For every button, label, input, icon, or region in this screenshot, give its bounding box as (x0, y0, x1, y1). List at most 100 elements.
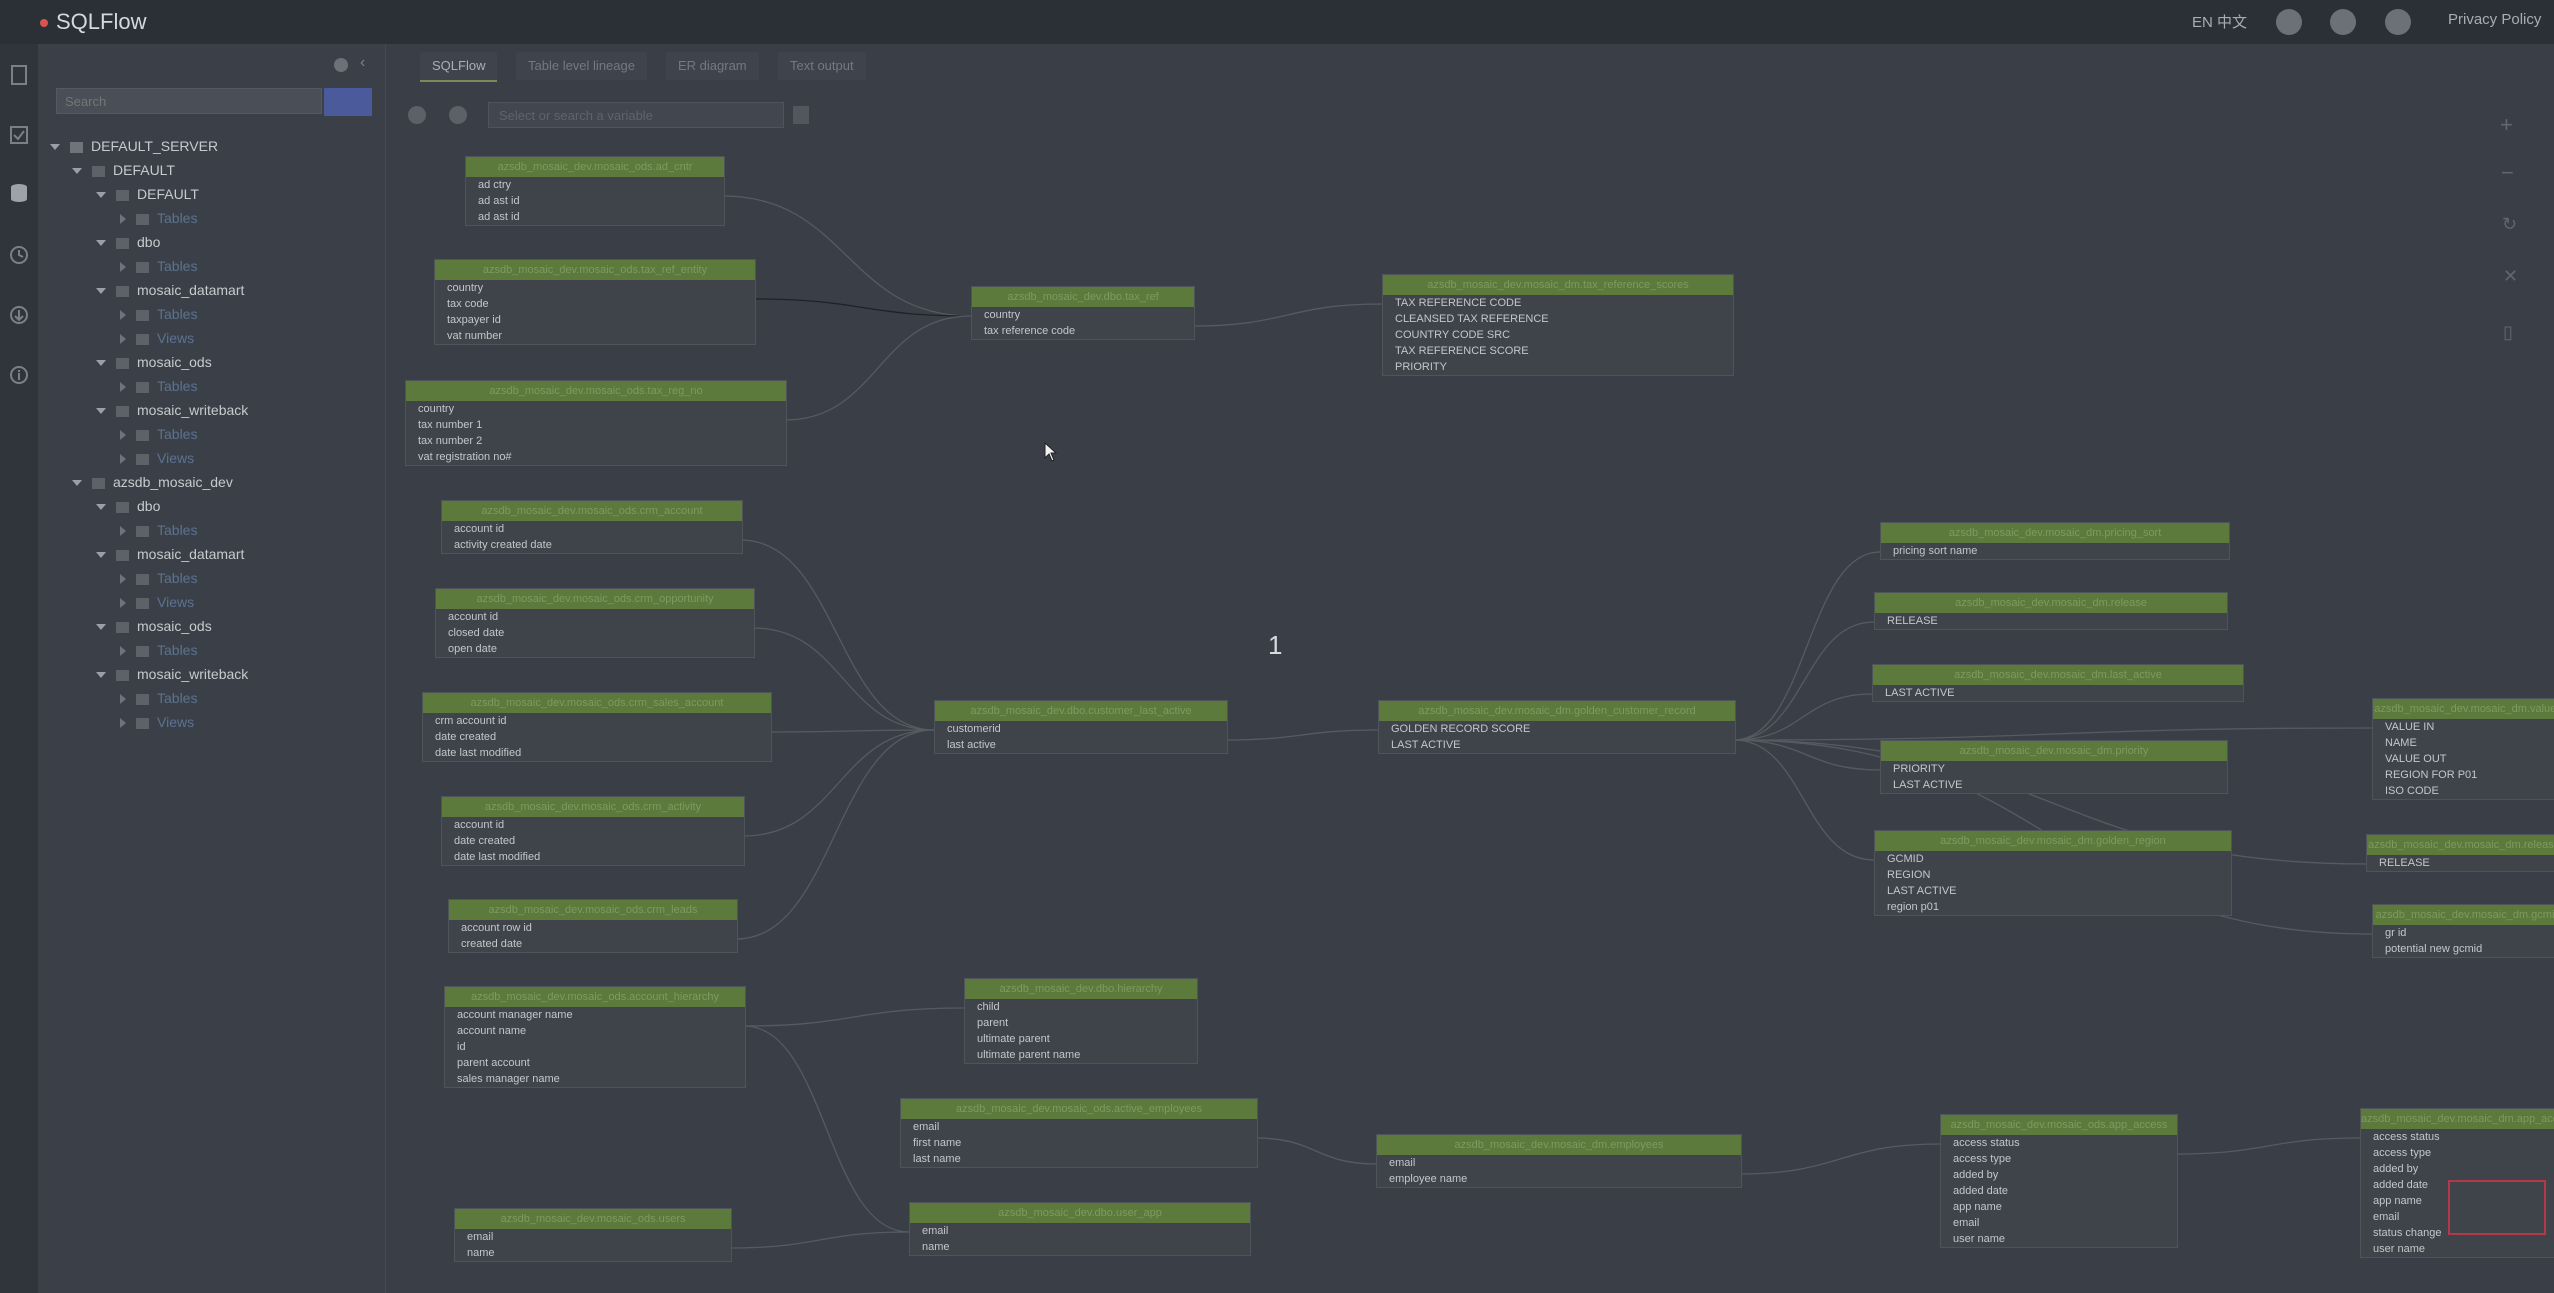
table-node[interactable]: azsdb_mosaic_dev.mosaic_dm.tax_reference… (1382, 274, 1734, 376)
close-icon[interactable]: ✕ (2503, 266, 2518, 287)
table-column[interactable]: crm account id (423, 713, 771, 729)
table-column[interactable]: email (910, 1223, 1250, 1239)
table-node[interactable]: azsdb_mosaic_dev.mosaic_ods.crm_activity… (441, 796, 745, 866)
table-column[interactable]: email (1377, 1155, 1741, 1171)
table-column[interactable]: potential new gcmid (2373, 941, 2554, 957)
table-node[interactable]: azsdb_mosaic_dev.mosaic_dm.pricing_sort p… (1880, 522, 2230, 560)
table-column[interactable]: added date (1941, 1183, 2177, 1199)
table-column[interactable]: added by (2361, 1161, 2554, 1177)
tree-node[interactable]: Tables (120, 258, 197, 274)
table-column[interactable]: added by (1941, 1167, 2177, 1183)
table-column[interactable]: account manager name (445, 1007, 745, 1023)
tree-node[interactable]: mosaic_datamart (96, 546, 244, 562)
tree-node[interactable]: Tables (120, 690, 197, 706)
table-column[interactable]: email (901, 1119, 1257, 1135)
table-node-title[interactable]: azsdb_mosaic_dev.mosaic_ods.app_access (1941, 1115, 2177, 1135)
table-node-title[interactable]: azsdb_mosaic_dev.mosaic_dm.last_active (1873, 665, 2243, 685)
table-column[interactable]: ultimate parent name (965, 1047, 1197, 1063)
tree-node[interactable]: dbo (96, 234, 160, 250)
table-node-title[interactable]: azsdb_mosaic_dev.mosaic_ods.tax_ref_enti… (435, 260, 755, 280)
table-column[interactable]: user name (1941, 1231, 2177, 1247)
table-column[interactable]: vat number (435, 328, 755, 344)
table-column[interactable]: ad ast id (466, 209, 724, 225)
tree-node[interactable]: DEFAULT (72, 162, 175, 178)
table-node-title[interactable]: azsdb_mosaic_dev.mosaic_dm.release (1875, 593, 2227, 613)
table-column[interactable]: tax code (435, 296, 755, 312)
table-node[interactable]: azsdb_mosaic_dev.dbo.hierarchy child paren… (964, 978, 1198, 1064)
tab[interactable]: Text output (778, 52, 866, 80)
chevron-right-icon[interactable] (120, 430, 126, 441)
table-column[interactable]: app name (1941, 1199, 2177, 1215)
table-node[interactable]: azsdb_mosaic_dev.mosaic_ods.crm_account a… (441, 500, 743, 554)
table-column[interactable]: tax number 2 (406, 433, 786, 449)
table-column[interactable]: name (455, 1245, 731, 1261)
chevron-right-icon[interactable] (120, 526, 126, 537)
table-column[interactable]: created date (449, 936, 737, 952)
database-icon[interactable] (8, 182, 30, 204)
chevron-down-icon[interactable] (96, 672, 106, 679)
table-node[interactable]: azsdb_mosaic_dev.mosaic_dm.employees emai… (1376, 1134, 1742, 1188)
table-node-title[interactable]: azsdb_mosaic_dev.dbo.user_app (910, 1203, 1250, 1223)
refresh-icon[interactable]: ↻ (2502, 214, 2517, 235)
table-column[interactable]: parent account (445, 1055, 745, 1071)
tree-node[interactable]: mosaic_ods (96, 618, 212, 634)
collapse-icon[interactable]: ‹ (360, 54, 365, 72)
info-icon[interactable] (8, 364, 30, 386)
table-column[interactable]: date last modified (423, 745, 771, 761)
table-column[interactable]: first name (901, 1135, 1257, 1151)
tree-node[interactable]: Views (120, 594, 194, 610)
table-node-title[interactable]: azsdb_mosaic_dev.mosaic_ods.users (455, 1209, 731, 1229)
tree-node[interactable]: dbo (96, 498, 160, 514)
table-column[interactable]: taxpayer id (435, 312, 755, 328)
table-node[interactable]: azsdb_mosaic_dev.mosaic_dm.values VALUE I… (2372, 698, 2554, 800)
table-node-title[interactable]: azsdb_mosaic_dev.mosaic_dm.golden_region (1875, 831, 2231, 851)
tree-node[interactable]: DEFAULT (96, 186, 199, 202)
tree-node[interactable]: Tables (120, 522, 197, 538)
table-column[interactable]: LAST ACTIVE (1379, 737, 1735, 753)
table-node[interactable]: azsdb_mosaic_dev.mosaic_dm.release2 RELEA… (2366, 834, 2554, 872)
table-node-title[interactable]: azsdb_mosaic_dev.mosaic_dm.priority (1881, 741, 2227, 761)
chevron-down-icon[interactable] (96, 408, 106, 415)
table-node-title[interactable]: azsdb_mosaic_dev.mosaic_dm.app_access (2361, 1109, 2554, 1129)
table-column[interactable]: access status (2361, 1129, 2554, 1145)
table-column[interactable]: GOLDEN RECORD SCORE (1379, 721, 1735, 737)
checklist-icon[interactable] (8, 124, 30, 146)
tab[interactable]: SQLFlow (420, 52, 498, 82)
table-column[interactable]: closed date (436, 625, 754, 641)
chevron-right-icon[interactable] (120, 334, 126, 345)
chevron-down-icon[interactable] (50, 144, 60, 151)
table-column[interactable]: user name (2361, 1241, 2554, 1257)
privacy-policy-link[interactable]: Privacy Policy (2448, 11, 2541, 28)
chevron-right-icon[interactable] (120, 454, 126, 465)
table-column[interactable]: account id (436, 609, 754, 625)
table-column[interactable]: RELEASE (2367, 855, 2554, 871)
table-node-title[interactable]: azsdb_mosaic_dev.mosaic_dm.release2 (2367, 835, 2554, 855)
table-column[interactable]: COUNTRY CODE SRC (1383, 327, 1733, 343)
table-column[interactable]: open date (436, 641, 754, 657)
table-column[interactable]: name (910, 1239, 1250, 1255)
table-column[interactable]: region p01 (1875, 899, 2231, 915)
table-column[interactable]: country (435, 280, 755, 296)
table-column[interactable]: last name (901, 1151, 1257, 1167)
table-column[interactable]: ad ctry (466, 177, 724, 193)
table-column[interactable]: date created (423, 729, 771, 745)
chevron-right-icon[interactable] (120, 694, 126, 705)
table-column[interactable]: account id (442, 521, 742, 537)
table-column[interactable]: country (972, 307, 1194, 323)
table-column[interactable]: country (406, 401, 786, 417)
chevron-down-icon[interactable] (96, 624, 106, 631)
table-node-title[interactable]: azsdb_mosaic_dev.mosaic_ods.crm_activity (442, 797, 744, 817)
download-icon[interactable] (8, 304, 30, 326)
search-input[interactable] (56, 88, 322, 114)
chevron-down-icon[interactable] (72, 480, 82, 487)
tree-node[interactable]: Tables (120, 378, 197, 394)
table-column[interactable]: account name (445, 1023, 745, 1039)
table-column[interactable]: ISO CODE (2373, 783, 2554, 799)
chevron-right-icon[interactable] (120, 214, 126, 225)
table-node[interactable]: azsdb_mosaic_dev.mosaic_ods.crm_opportun… (435, 588, 755, 658)
table-column[interactable]: ad ast id (466, 193, 724, 209)
table-column[interactable]: customerid (935, 721, 1227, 737)
tree-node[interactable]: mosaic_datamart (96, 282, 244, 298)
chevron-down-icon[interactable] (96, 552, 106, 559)
chevron-down-icon[interactable] (96, 504, 106, 511)
